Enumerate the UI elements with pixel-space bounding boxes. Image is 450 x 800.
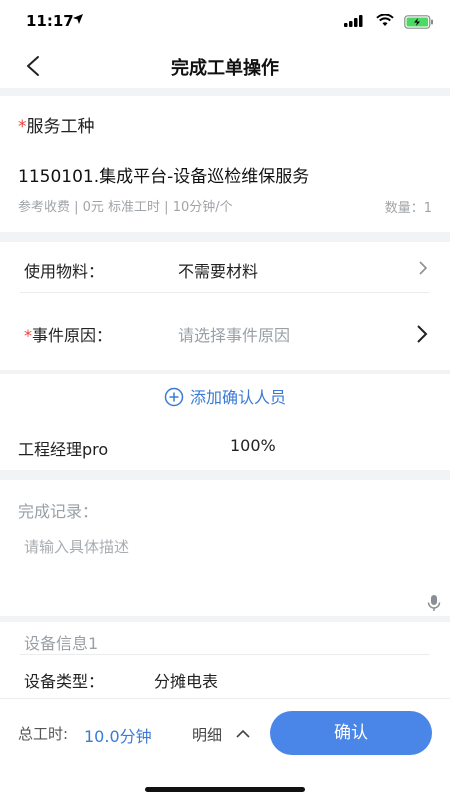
- service-quantity: 数量：1: [384, 201, 432, 216]
- required-mark: *: [18, 117, 27, 137]
- service-card: *服务工种 1150101.集成平台-设备巡检维保服务 参考收费 | 0元 标准…: [0, 96, 450, 232]
- required-mark: *: [24, 326, 32, 345]
- location-arrow-icon: [73, 14, 83, 24]
- cellular-signal-icon: [344, 15, 363, 27]
- service-meta: 参考收费 | 0元 标准工时 | 10分钟/个: [18, 200, 233, 215]
- chevron-right-icon: [419, 261, 428, 275]
- record-input[interactable]: 请输入具体描述: [24, 536, 129, 557]
- add-circle-icon: [164, 387, 184, 407]
- microphone-icon[interactable]: [426, 594, 442, 612]
- confirmers-card: 添加确认人员 工程经理pro 100%: [0, 374, 450, 470]
- total-time-value: 10.0分钟: [84, 727, 152, 746]
- record-label: 完成记录：: [18, 502, 99, 521]
- confirm-button[interactable]: 确认: [270, 711, 432, 755]
- detail-toggle[interactable]: 明细: [192, 724, 222, 745]
- chevron-right-icon: [417, 325, 428, 343]
- bottom-bar: 总工时: 10.0分钟 明细 确认: [0, 698, 450, 800]
- record-card: 完成记录： 请输入具体描述: [0, 480, 450, 616]
- divider: [20, 654, 430, 655]
- materials-row[interactable]: 使用物料： 不需要材料: [0, 244, 450, 294]
- status-time: 11:17: [26, 12, 74, 30]
- status-bar: 11:17: [0, 0, 450, 44]
- chevron-up-icon[interactable]: [235, 729, 251, 739]
- event-cause-placeholder: 请选择事件原因: [178, 326, 291, 345]
- page-title: 完成工单操作: [171, 58, 279, 79]
- device-type-label: 设备类型：: [24, 672, 105, 691]
- device-type-value: 分摊电表: [154, 672, 219, 691]
- service-type-label: *服务工种: [18, 117, 95, 137]
- nav-bar: 完成工单操作: [0, 44, 450, 88]
- total-time-label: 总工时:: [18, 725, 69, 743]
- service-name: 1150101.集成平台-设备巡检维保服务: [18, 167, 310, 187]
- device-card: 设备信息1 设备类型： 分摊电表: [0, 622, 450, 698]
- add-confirmer-button[interactable]: 添加确认人员: [0, 384, 450, 408]
- materials-cause-card: 使用物料： 不需要材料 *事件原因： 请选择事件原因: [0, 242, 450, 370]
- materials-label: 使用物料：: [24, 262, 105, 281]
- confirmer-name: 工程经理pro: [18, 440, 109, 459]
- device-info-title: 设备信息1: [24, 634, 99, 653]
- wifi-icon: [376, 14, 394, 26]
- confirmer-percent: 100%: [230, 436, 276, 455]
- materials-value: 不需要材料: [178, 262, 259, 281]
- event-cause-row[interactable]: *事件原因： 请选择事件原因: [0, 308, 450, 358]
- event-cause-label: *事件原因：: [24, 326, 113, 345]
- battery-charging-icon: [404, 15, 433, 29]
- home-indicator: [145, 787, 305, 792]
- divider: [20, 292, 430, 293]
